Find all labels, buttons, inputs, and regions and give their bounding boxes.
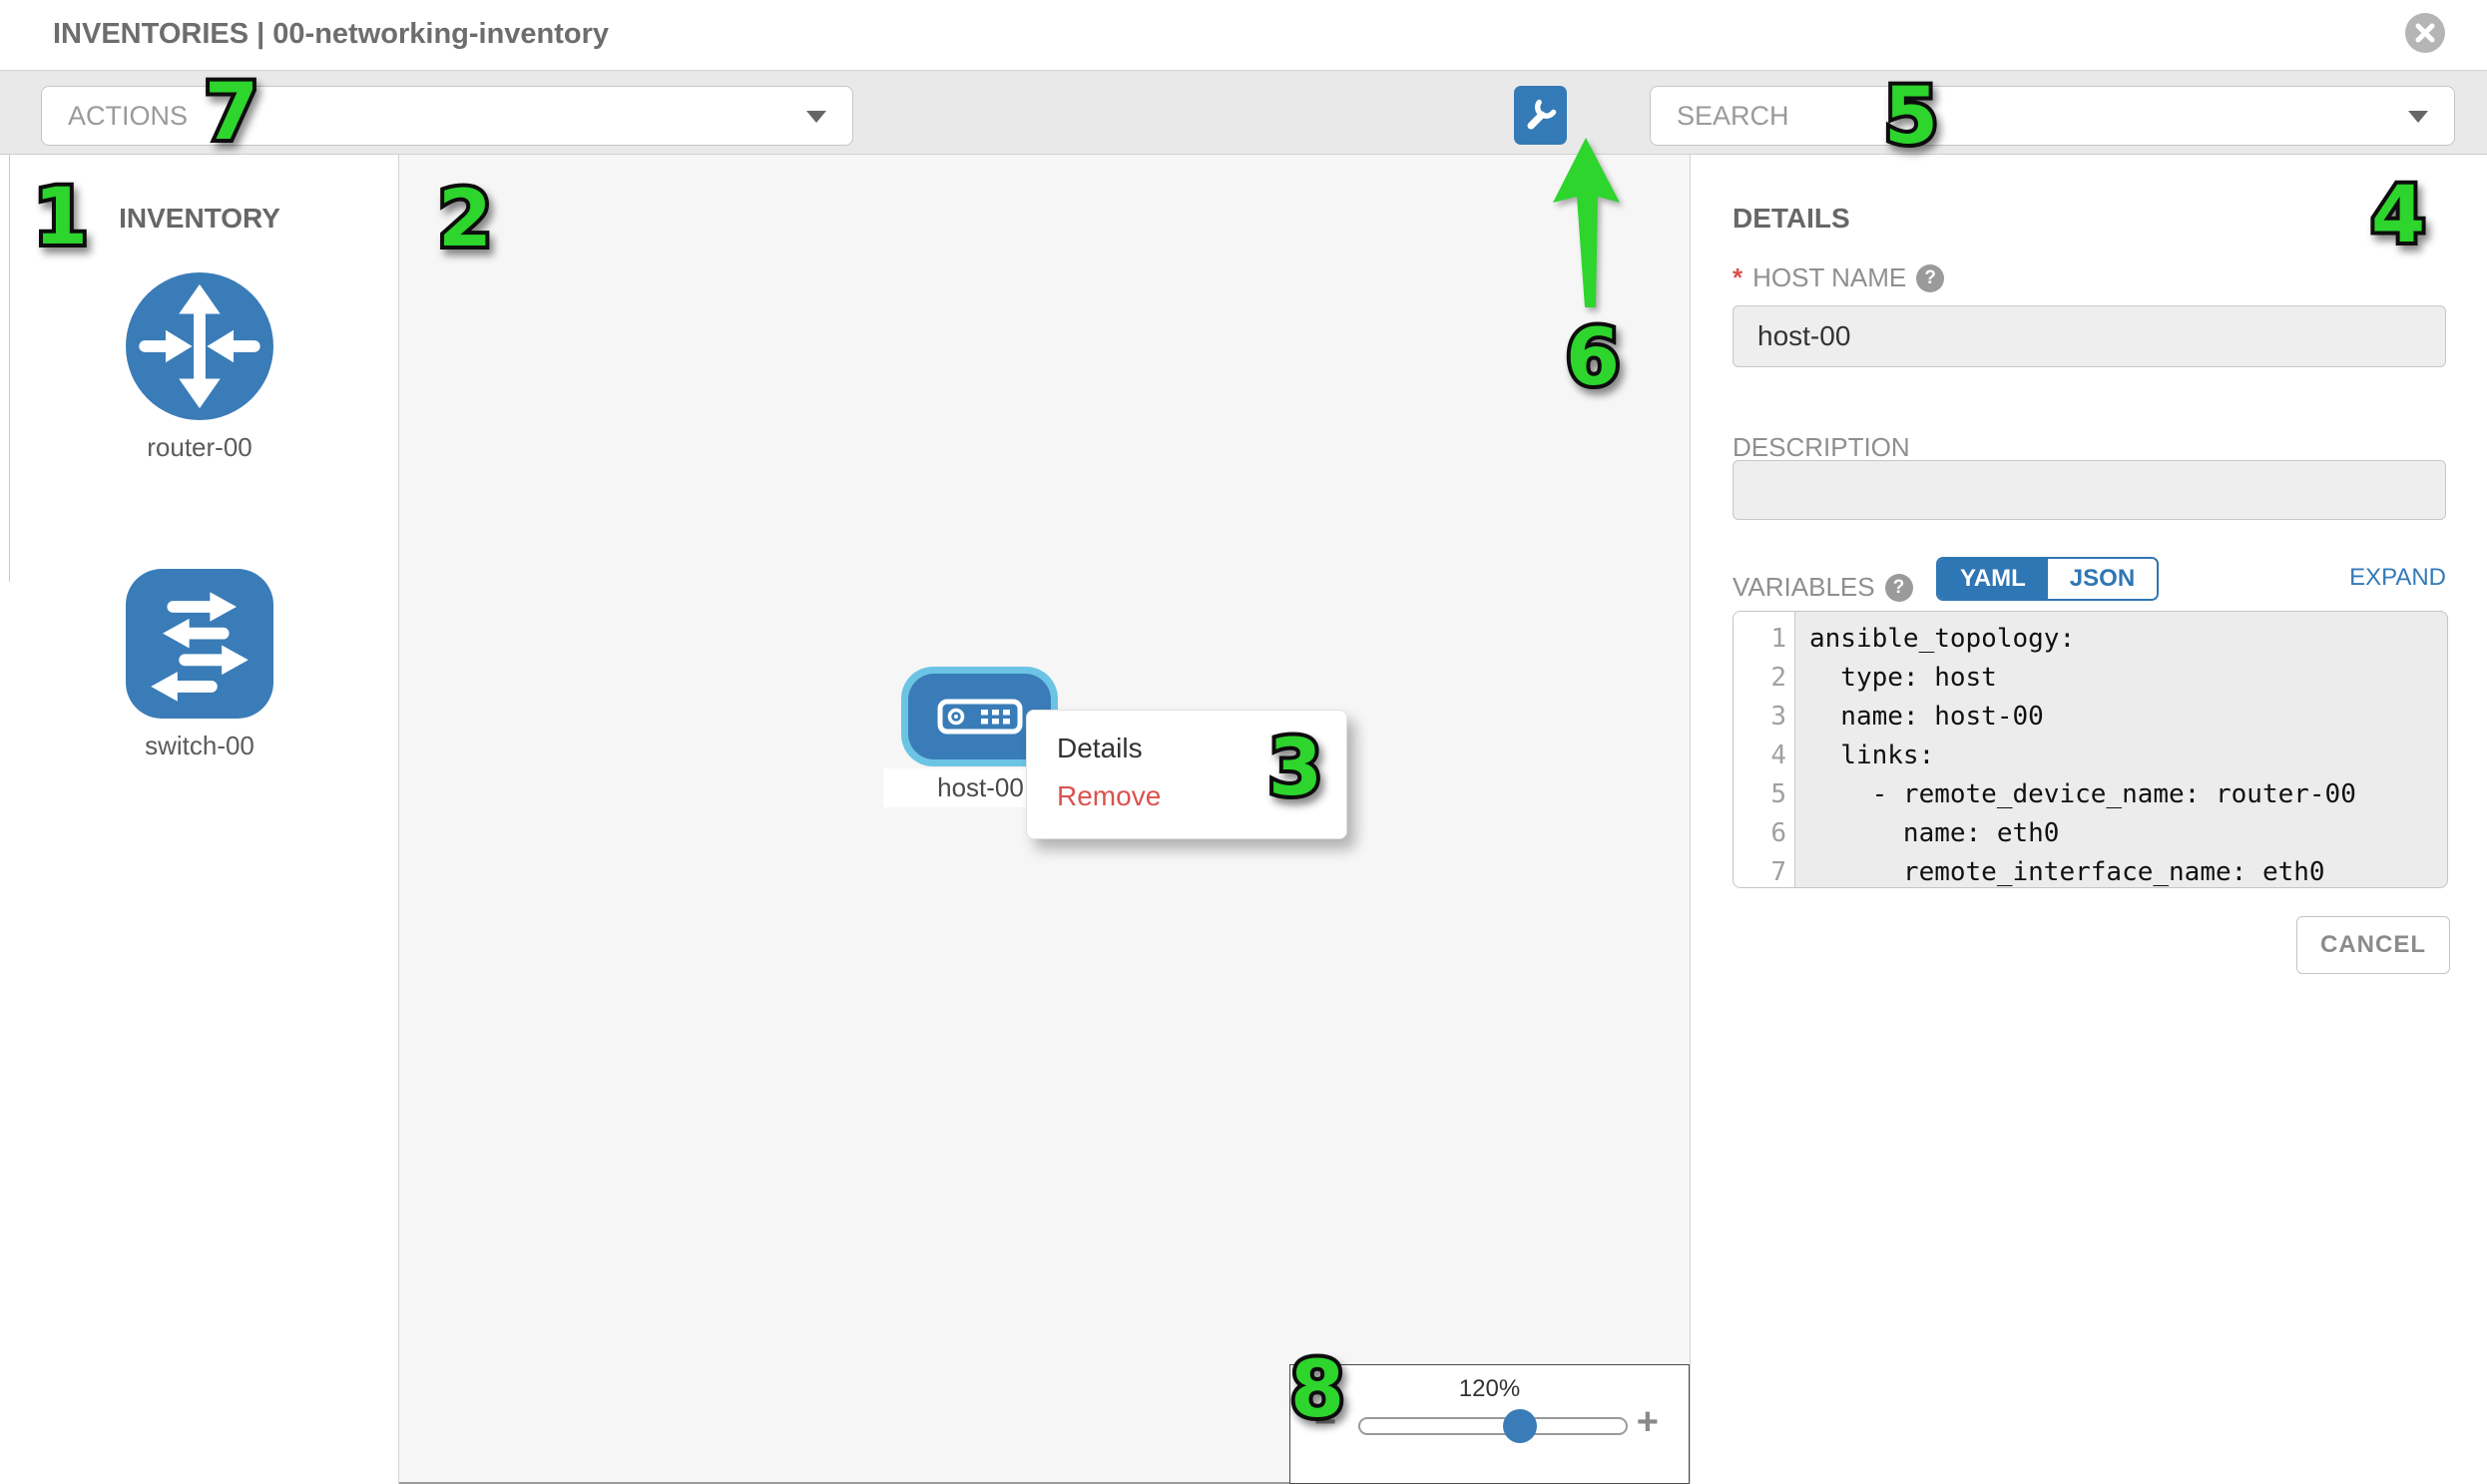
line-number: 6 [1734, 814, 1794, 853]
annotation-number-3: 3 [1268, 724, 1322, 813]
chevron-down-icon [806, 111, 826, 123]
code-line: remote_interface_name: eth0 [1809, 853, 2447, 888]
help-icon[interactable]: ? [1885, 574, 1913, 602]
cancel-button[interactable]: CANCEL [2296, 916, 2450, 974]
annotation-number-8: 8 [1290, 1345, 1344, 1435]
json-toggle-button[interactable]: JSON [2048, 559, 2157, 599]
palette-item-label: switch-00 [0, 731, 399, 761]
line-number: 1 [1734, 620, 1794, 659]
zoom-in-button[interactable]: + [1637, 1401, 1659, 1444]
code-line: ansible_topology: [1809, 620, 2447, 659]
line-number: 7 [1734, 853, 1794, 888]
annotation-number-4: 4 [2371, 171, 2425, 260]
code-line: links: [1809, 737, 2447, 775]
host-name-label: HOST NAME [1752, 262, 1906, 293]
line-number: 2 [1734, 659, 1794, 698]
details-panel: DETAILS * HOST NAME ? DESCRIPTION VARIAB… [1690, 155, 2487, 1484]
router-arrows-icon [126, 272, 273, 420]
description-label-row: DESCRIPTION [1733, 432, 1910, 463]
zoom-control: 120% − + [1289, 1364, 1690, 1484]
host-icon [937, 699, 1023, 735]
configure-topology-button[interactable] [1514, 86, 1567, 145]
code-line: - remote_device_name: router-00 [1809, 775, 2447, 814]
line-number: 3 [1734, 698, 1794, 737]
variables-format-toggle: YAML JSON [1936, 557, 2159, 601]
annotation-number-1: 1 [34, 173, 88, 262]
code-line: name: eth0 [1809, 814, 2447, 853]
line-number: 5 [1734, 775, 1794, 814]
required-marker: * [1733, 262, 1742, 293]
page-title: INVENTORIES | 00-networking-inventory [53, 18, 609, 51]
actions-dropdown-label: ACTIONS [68, 101, 188, 132]
search-dropdown[interactable]: SEARCH [1650, 86, 2455, 146]
code-line: name: host-00 [1809, 698, 2447, 737]
variables-code-editor[interactable]: 1 2 3 4 5 6 7 ansible_topology: type: ho… [1733, 611, 2448, 888]
actions-dropdown[interactable]: ACTIONS [41, 86, 853, 146]
details-panel-title: DETAILS [1733, 203, 1850, 235]
wrench-icon [1523, 98, 1559, 134]
description-label: DESCRIPTION [1733, 432, 1910, 463]
palette-item-label: router-00 [0, 432, 399, 463]
zoom-level-label: 120% [1290, 1375, 1689, 1403]
host-name-input[interactable] [1733, 305, 2446, 367]
switch-arrows-icon [126, 569, 273, 719]
zoom-slider-track[interactable] [1358, 1417, 1628, 1435]
chevron-down-icon [2408, 111, 2428, 123]
yaml-toggle-button[interactable]: YAML [1938, 559, 2048, 599]
help-icon[interactable]: ? [1916, 264, 1944, 292]
editor-line-number-gutter: 1 2 3 4 5 6 7 [1734, 612, 1795, 887]
router-icon[interactable] [126, 272, 273, 420]
inventory-palette-sidebar: INVENTORY router-00 [0, 155, 399, 1484]
search-dropdown-label: SEARCH [1677, 101, 1789, 132]
zoom-slider-knob[interactable] [1503, 1409, 1537, 1443]
editor-code-area[interactable]: ansible_topology: type: host name: host-… [1795, 612, 2447, 887]
host-name-label-row: * HOST NAME ? [1733, 262, 1944, 293]
switch-icon[interactable] [126, 569, 273, 719]
close-button[interactable] [2405, 13, 2445, 53]
variables-label-row: VARIABLES ? [1733, 572, 1913, 603]
annotation-number-6: 6 [1566, 313, 1620, 403]
line-number: 4 [1734, 737, 1794, 775]
expand-link[interactable]: EXPAND [2349, 564, 2446, 592]
palette-item-router[interactable]: router-00 [0, 272, 399, 463]
annotation-number-5: 5 [1884, 72, 1938, 162]
close-icon [2413, 21, 2437, 45]
variables-label: VARIABLES [1733, 572, 1875, 603]
toolbar: ACTIONS SEARCH [0, 70, 2487, 155]
palette-item-switch[interactable]: switch-00 [0, 569, 399, 761]
topology-canvas[interactable]: host-00 Details Remove 120% − + [399, 155, 1690, 1484]
header-bar: INVENTORIES | 00-networking-inventory [0, 0, 2487, 70]
description-input[interactable] [1733, 460, 2446, 520]
inventory-topology-screen: INVENTORIES | 00-networking-inventory AC… [0, 0, 2487, 1484]
code-line: type: host [1809, 659, 2447, 698]
annotation-number-7: 7 [205, 68, 258, 158]
annotation-number-2: 2 [438, 175, 492, 264]
